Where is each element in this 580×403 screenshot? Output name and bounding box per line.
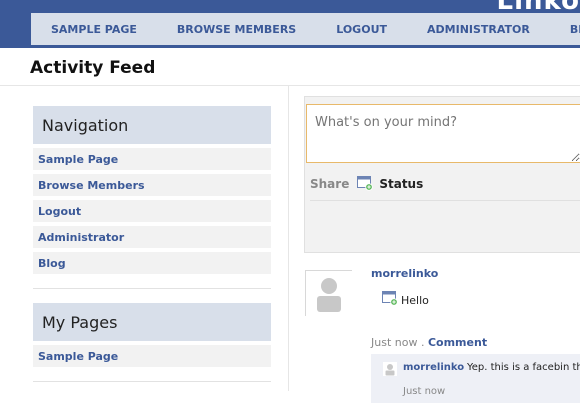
share-row: Share Status: [310, 176, 423, 191]
top-nav: SAMPLE PAGE BROWSE MEMBERS LOGOUT ADMINI…: [31, 13, 580, 45]
navigation-heading: Navigation: [33, 106, 271, 144]
top-nav-blog[interactable]: BLOG: [570, 23, 580, 36]
composer-divider: [310, 200, 580, 201]
post-text: Hello: [401, 294, 429, 307]
status-icon: [382, 291, 398, 306]
comment-text: Yep. this is a facebin th: [467, 362, 580, 373]
sidebar-divider-bottom: [33, 381, 271, 382]
avatar[interactable]: [305, 270, 353, 317]
column-divider: [288, 86, 289, 391]
comment-avatar-icon[interactable]: [383, 362, 397, 376]
top-nav-browse-members[interactable]: BROWSE MEMBERS: [177, 23, 296, 36]
comment-author-link[interactable]: morrelinko: [403, 362, 464, 373]
top-nav-logout[interactable]: LOGOUT: [336, 23, 387, 36]
post-meta-separator: .: [420, 336, 425, 349]
sidebar: Navigation Sample Page Browse Members Lo…: [33, 106, 271, 382]
top-nav-administrator[interactable]: ADMINISTRATOR: [427, 23, 530, 36]
top-nav-sample-page[interactable]: SAMPLE PAGE: [51, 23, 137, 36]
my-pages-item-sample-page[interactable]: Sample Page: [33, 345, 271, 367]
sidebar-divider: [33, 288, 271, 289]
status-input[interactable]: [306, 104, 580, 163]
sidebar-item-sample-page[interactable]: Sample Page: [33, 148, 271, 170]
page-title: Activity Feed: [30, 58, 156, 78]
status-icon[interactable]: [357, 176, 374, 191]
share-label: Share: [310, 176, 350, 191]
sidebar-item-logout[interactable]: Logout: [33, 200, 271, 222]
comment-link[interactable]: Comment: [428, 336, 487, 349]
sidebar-item-browse-members[interactable]: Browse Members: [33, 174, 271, 196]
sidebar-item-administrator[interactable]: Administrator: [33, 226, 271, 248]
comment-time: Just now: [403, 386, 446, 397]
post-author-link[interactable]: morrelinko: [371, 267, 438, 280]
post-meta: Just now . Comment: [371, 336, 487, 349]
sidebar-item-blog[interactable]: Blog: [33, 252, 271, 274]
status-tab[interactable]: Status: [379, 177, 423, 191]
avatar-placeholder-icon: [306, 271, 353, 317]
my-pages-heading: My Pages: [33, 303, 271, 341]
post-time: Just now: [371, 336, 418, 349]
